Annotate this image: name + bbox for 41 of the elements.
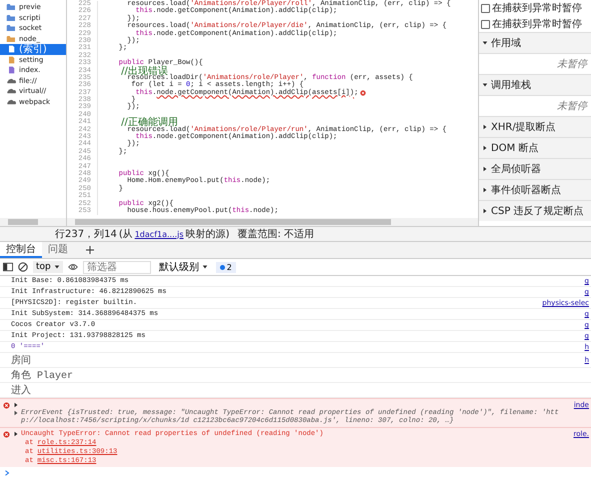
checkbox[interactable] <box>481 20 490 28</box>
filter-field[interactable]: 筛选器 <box>82 260 151 274</box>
section-header[interactable]: CSP 违反了规定断点 <box>479 200 591 221</box>
sidebar-toggle-icon[interactable] <box>3 262 13 272</box>
log-level-dropdown[interactable]: 默认级别 <box>156 259 211 275</box>
prompt-caret-icon[interactable] <box>4 470 10 476</box>
section-header[interactable]: 全局侦听器 <box>479 158 591 179</box>
source-map-link[interactable]: 1dacf1a....js <box>134 230 184 238</box>
console-message: 房间 <box>11 354 32 367</box>
source-map-suffix: 映射的源) <box>186 228 230 241</box>
horizontal-scrollbar[interactable] <box>67 218 478 226</box>
code-comment: //出现错误 <box>120 68 168 75</box>
pause-option[interactable]: 在捕获到异常时暂停 <box>479 0 591 16</box>
drawer-tab[interactable]: 问题 <box>42 242 74 258</box>
issues-counter[interactable]: 2 <box>216 262 236 272</box>
file-tree-item[interactable]: (索引) <box>0 44 66 54</box>
plus-icon[interactable] <box>86 246 94 254</box>
error-icon <box>3 402 10 409</box>
checkbox[interactable] <box>481 4 490 12</box>
section-header[interactable]: 调用堆栈 <box>479 74 591 95</box>
section-header[interactable]: DOM 断点 <box>479 137 591 158</box>
cursor-position: 行237，列14 <box>55 228 117 241</box>
error-icon <box>3 431 10 438</box>
section-header[interactable]: 事件侦听器断点 <box>479 179 591 200</box>
source-map-prefix: (从 <box>118 228 133 241</box>
horizontal-scrollbar[interactable] <box>0 218 66 226</box>
caret-down-icon <box>202 264 208 270</box>
eye-icon[interactable] <box>68 262 78 272</box>
section-header[interactable]: XHR/提取断点 <box>479 116 591 137</box>
error-icon <box>360 90 366 96</box>
drawer-tab[interactable]: 控制台 <box>0 242 42 258</box>
clear-console-icon[interactable] <box>18 262 28 272</box>
coverage-text: 覆盖范围: 不适用 <box>237 228 314 241</box>
expand-arrow-icon[interactable] <box>13 431 19 437</box>
console-message: 进入 <box>11 384 32 397</box>
context-dropdown[interactable]: top <box>33 261 63 273</box>
console-message: 角色 Player <box>11 369 74 382</box>
section-header[interactable]: 作用域 <box>479 32 591 53</box>
pause-option[interactable]: 在捕获到异常时暂停 <box>479 16 591 32</box>
code-comment: //正确能调用 <box>120 119 178 127</box>
caret-down-icon <box>54 264 60 270</box>
